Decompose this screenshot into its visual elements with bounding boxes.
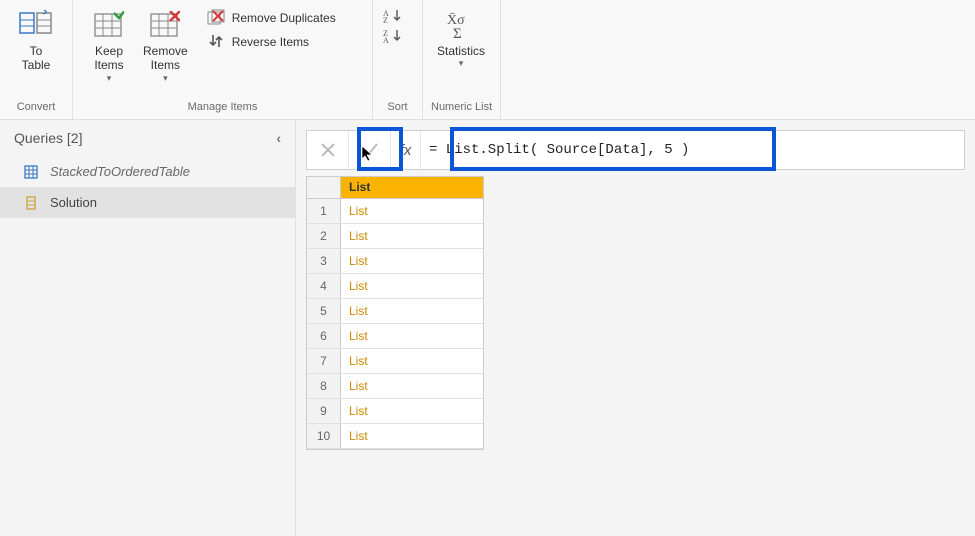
- fx-label[interactable]: fx: [391, 131, 421, 169]
- table-row[interactable]: 3List: [307, 249, 483, 274]
- group-label-manage-items: Manage Items: [81, 99, 364, 117]
- query-item-solution[interactable]: Solution: [0, 187, 295, 218]
- remove-duplicates-label: Remove Duplicates: [232, 11, 336, 25]
- group-label-convert: Convert: [8, 99, 64, 117]
- table-row[interactable]: 7List: [307, 349, 483, 374]
- statistics-button[interactable]: X̄σΣ Statistics: [431, 4, 491, 73]
- row-number[interactable]: 8: [307, 374, 341, 398]
- svg-text:Σ: Σ: [453, 26, 462, 40]
- keep-items-button[interactable]: Keep Items: [81, 4, 137, 88]
- query-label: StackedToOrderedTable: [50, 164, 190, 179]
- x-icon: [320, 142, 336, 158]
- remove-items-label: Remove Items: [143, 44, 188, 73]
- list-cell[interactable]: List: [341, 224, 483, 248]
- statistics-icon: X̄σΣ: [444, 8, 478, 42]
- list-cell[interactable]: List: [341, 324, 483, 348]
- grid-corner[interactable]: [307, 177, 341, 199]
- table-row[interactable]: 10List: [307, 424, 483, 449]
- list-cell[interactable]: List: [341, 424, 483, 448]
- group-label-sort: Sort: [381, 99, 414, 117]
- sort-asc-button[interactable]: AZ: [381, 6, 411, 26]
- cursor-icon: [361, 145, 375, 163]
- svg-text:Z: Z: [383, 16, 388, 24]
- sort-desc-icon: ZA: [383, 28, 403, 44]
- ribbon-group-manage-items: Keep Items Remove Items Remove Duplicate…: [73, 0, 373, 119]
- row-number[interactable]: 10: [307, 424, 341, 448]
- group-label-numeric-list: Numeric List: [431, 99, 492, 117]
- table-row[interactable]: 8List: [307, 374, 483, 399]
- reverse-items-icon: [206, 33, 226, 51]
- statistics-label: Statistics: [437, 44, 485, 58]
- reverse-items-label: Reverse Items: [232, 35, 309, 49]
- formula-input[interactable]: [421, 132, 964, 168]
- ribbon: To Table Convert Keep Items Remove Items: [0, 0, 975, 120]
- list-cell[interactable]: List: [341, 299, 483, 323]
- table-row[interactable]: 4List: [307, 274, 483, 299]
- formula-bar: fx: [306, 130, 965, 170]
- grid-column-header[interactable]: List: [341, 177, 483, 199]
- ribbon-group-convert: To Table Convert: [0, 0, 73, 119]
- queries-header: Queries [2] ‹: [0, 120, 295, 156]
- to-table-label: To Table: [22, 44, 51, 73]
- table-row[interactable]: 5List: [307, 299, 483, 324]
- keep-items-icon: [94, 8, 124, 42]
- confirm-formula-button[interactable]: [349, 131, 391, 169]
- content-area: fx List 1List 2List 3List 4List 5List 6L…: [296, 120, 975, 536]
- table-row[interactable]: 1List: [307, 199, 483, 224]
- table-query-icon: [22, 165, 40, 179]
- row-number[interactable]: 9: [307, 399, 341, 423]
- remove-items-button[interactable]: Remove Items: [137, 4, 194, 88]
- row-number[interactable]: 6: [307, 324, 341, 348]
- table-row[interactable]: 2List: [307, 224, 483, 249]
- collapse-queries-button[interactable]: ‹: [276, 130, 281, 146]
- svg-text:A: A: [383, 36, 389, 44]
- data-grid: List 1List 2List 3List 4List 5List 6List…: [306, 176, 484, 450]
- sort-desc-button[interactable]: ZA: [381, 26, 411, 46]
- remove-duplicates-button[interactable]: Remove Duplicates: [200, 6, 342, 30]
- table-row[interactable]: 9List: [307, 399, 483, 424]
- keep-items-label: Keep Items: [94, 44, 123, 73]
- queries-title: Queries [2]: [14, 130, 82, 146]
- row-number[interactable]: 2: [307, 224, 341, 248]
- list-cell[interactable]: List: [341, 399, 483, 423]
- to-table-icon: [19, 8, 53, 42]
- list-cell[interactable]: List: [341, 199, 483, 223]
- row-number[interactable]: 4: [307, 274, 341, 298]
- list-query-icon: [22, 196, 40, 210]
- query-item-stackedtoorderedtable[interactable]: StackedToOrderedTable: [0, 156, 295, 187]
- to-table-button[interactable]: To Table: [8, 4, 64, 77]
- main: Queries [2] ‹ StackedToOrderedTable Solu…: [0, 120, 975, 536]
- list-cell[interactable]: List: [341, 274, 483, 298]
- ribbon-group-numeric-list: X̄σΣ Statistics Numeric List: [423, 0, 501, 119]
- reverse-items-button[interactable]: Reverse Items: [200, 30, 342, 54]
- list-cell[interactable]: List: [341, 349, 483, 373]
- sort-asc-icon: AZ: [383, 8, 403, 24]
- grid-header-row: List: [307, 177, 483, 199]
- remove-duplicates-icon: [206, 9, 226, 27]
- cancel-formula-button[interactable]: [307, 131, 349, 169]
- list-cell[interactable]: List: [341, 374, 483, 398]
- ribbon-group-sort: AZ ZA Sort: [373, 0, 423, 119]
- query-label: Solution: [50, 195, 97, 210]
- table-row[interactable]: 6List: [307, 324, 483, 349]
- queries-panel: Queries [2] ‹ StackedToOrderedTable Solu…: [0, 120, 296, 536]
- row-number[interactable]: 1: [307, 199, 341, 223]
- remove-items-icon: [150, 8, 180, 42]
- list-cell[interactable]: List: [341, 249, 483, 273]
- row-number[interactable]: 5: [307, 299, 341, 323]
- row-number[interactable]: 3: [307, 249, 341, 273]
- row-number[interactable]: 7: [307, 349, 341, 373]
